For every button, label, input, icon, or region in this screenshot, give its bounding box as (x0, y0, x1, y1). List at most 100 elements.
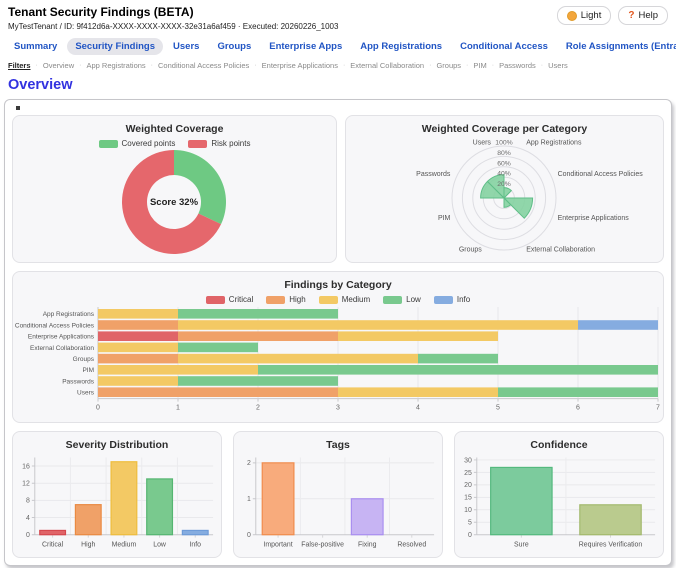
crumb-separator: · (429, 62, 431, 69)
tab-conditional-access[interactable]: Conditional Access (452, 38, 556, 55)
x-tick-label: 5 (496, 405, 500, 412)
bar-high[interactable] (75, 505, 101, 535)
tab-app-registrations[interactable]: App Registrations (352, 38, 450, 55)
crumb-overview[interactable]: Overview (43, 61, 74, 70)
bar-segment-groups-high[interactable] (98, 354, 178, 364)
tab-groups[interactable]: Groups (209, 38, 259, 55)
x-tick-label: 0 (96, 405, 100, 412)
bar-segment-enterprise-applications-critical[interactable] (98, 331, 178, 341)
legend-item-low[interactable]: Low (383, 295, 421, 304)
crumb-external-collaboration[interactable]: External Collaboration (350, 61, 424, 70)
bar-low[interactable] (147, 479, 173, 535)
row-label-pim: PIM (82, 367, 94, 374)
bar-sure[interactable] (491, 467, 552, 534)
crumb-filters[interactable]: Filters (8, 61, 31, 70)
bar-segment-groups-medium[interactable] (178, 354, 418, 364)
legend-label: Low (406, 295, 421, 304)
crumb-app-registrations[interactable]: App Registrations (86, 61, 145, 70)
polar-sector-conditional-access-policies[interactable] (504, 198, 533, 218)
row-label-groups: Groups (73, 356, 95, 363)
bar-segment-groups-low[interactable] (418, 354, 498, 364)
panel-confidence: Confidence 051015202530SureRequires Veri… (454, 431, 664, 558)
light-theme-button[interactable]: Light (557, 6, 612, 25)
legend-item-high[interactable]: High (266, 295, 305, 304)
tab-role-assignments-entra[interactable]: Role Assignments (Entra) (558, 38, 676, 55)
bar-segment-enterprise-applications-high[interactable] (178, 331, 338, 341)
tab-users[interactable]: Users (165, 38, 207, 55)
bar-segment-users-low[interactable] (498, 387, 658, 397)
donut-segment-covered-points[interactable] (174, 150, 226, 224)
legend-swatch (319, 296, 338, 304)
row-label-conditional-access-policies: Conditional Access Policies (15, 322, 95, 329)
bar-fixing[interactable] (351, 499, 383, 535)
x-tick-label: 4 (416, 405, 420, 412)
row-label-app-registrations: App Registrations (43, 311, 95, 318)
bar-segment-conditional-access-policies-medium[interactable] (178, 320, 578, 330)
help-button[interactable]: ? Help (618, 6, 668, 25)
bar-segment-passwords-low[interactable] (178, 376, 338, 386)
legend-item-covered-points[interactable]: Covered points (99, 139, 176, 148)
bar-segment-pim-medium[interactable] (98, 365, 258, 375)
bar-segment-external-collaboration-medium[interactable] (98, 343, 178, 353)
legend-item-critical[interactable]: Critical (206, 295, 253, 304)
panel-weighted-coverage: Weighted Coverage Covered pointsRisk poi… (12, 115, 337, 263)
confidence-chart[interactable]: 051015202530SureRequires Verification (455, 451, 663, 557)
legend-label: Critical (229, 295, 253, 304)
y-tick-label: 0 (247, 532, 251, 539)
bar-segment-passwords-medium[interactable] (98, 376, 178, 386)
tab-enterprise-apps[interactable]: Enterprise Apps (261, 38, 350, 55)
legend-swatch (266, 296, 285, 304)
polar-axis-label-external-collaboration: External Collaboration (526, 247, 595, 254)
y-tick-label: 15 (464, 495, 472, 502)
tags-chart[interactable]: 012ImportantFalse-positiveFixingResolved (234, 451, 442, 557)
bar-important[interactable] (262, 463, 294, 535)
bullet-marker (16, 106, 20, 110)
polar-ring-label: 100% (495, 140, 512, 147)
dashboard-card: Weighted Coverage Covered pointsRisk poi… (4, 99, 672, 566)
legend-item-risk-points[interactable]: Risk points (188, 139, 250, 148)
crumb-separator: · (36, 62, 38, 69)
severity-distribution-chart[interactable]: 0481216CriticalHighMediumLowInfo (13, 451, 221, 557)
bar-critical[interactable] (40, 530, 66, 534)
bar-segment-app-registrations-low[interactable] (178, 309, 338, 319)
legend-item-medium[interactable]: Medium (319, 295, 370, 304)
crumb-users[interactable]: Users (548, 61, 568, 70)
findings-by-category-chart[interactable]: 01234567App RegistrationsConditional Acc… (13, 304, 663, 416)
legend-swatch (434, 296, 453, 304)
polar-sector-users[interactable] (504, 188, 511, 198)
y-tick-label: 2 (247, 460, 251, 467)
crumb-groups[interactable]: Groups (436, 61, 461, 70)
crumb-conditional-access-policies[interactable]: Conditional Access Policies (158, 61, 249, 70)
legend-label: Medium (342, 295, 370, 304)
bar-segment-conditional-access-policies-info[interactable] (578, 320, 658, 330)
legend-label: Risk points (211, 139, 250, 148)
row-label-enterprise-applications: Enterprise Applications (28, 334, 95, 341)
polar-axis-label-users: Users (473, 139, 492, 146)
bar-info[interactable] (182, 530, 208, 534)
row-label-users: Users (77, 390, 95, 397)
legend-item-info[interactable]: Info (434, 295, 470, 304)
page-header-title: Tenant Security Findings (BETA) (8, 5, 338, 19)
bar-segment-users-high[interactable] (98, 387, 338, 397)
bar-segment-conditional-access-policies-high[interactable] (98, 320, 178, 330)
crumb-enterprise-applications[interactable]: Enterprise Applications (262, 61, 338, 70)
tab-summary[interactable]: Summary (6, 38, 65, 55)
bar-segment-pim-low[interactable] (258, 365, 658, 375)
chart-title-weighted-coverage-per-category: Weighted Coverage per Category (350, 123, 659, 135)
bar-segment-enterprise-applications-medium[interactable] (338, 331, 498, 341)
weighted-coverage-polar-chart[interactable]: 20%40%60%80%100%UsersApp RegistrationsCo… (346, 135, 663, 261)
panel-findings-by-category: Findings by Category CriticalHighMediumL… (12, 271, 664, 423)
legend-swatch (383, 296, 402, 304)
crumb-pim[interactable]: PIM (473, 61, 486, 70)
crumb-passwords[interactable]: Passwords (499, 61, 536, 70)
tab-security-findings[interactable]: Security Findings (67, 38, 163, 55)
weighted-coverage-donut-chart[interactable]: Score 32% (13, 148, 336, 258)
polar-ring-label: 60% (497, 160, 511, 167)
bar-segment-app-registrations-medium[interactable] (98, 309, 178, 319)
y-tick-label: 4 (26, 515, 30, 522)
category-label-low: Low (153, 542, 167, 549)
bar-requires-verification[interactable] (580, 505, 641, 535)
bar-medium[interactable] (111, 462, 137, 535)
bar-segment-users-medium[interactable] (338, 387, 498, 397)
bar-segment-external-collaboration-low[interactable] (178, 343, 258, 353)
